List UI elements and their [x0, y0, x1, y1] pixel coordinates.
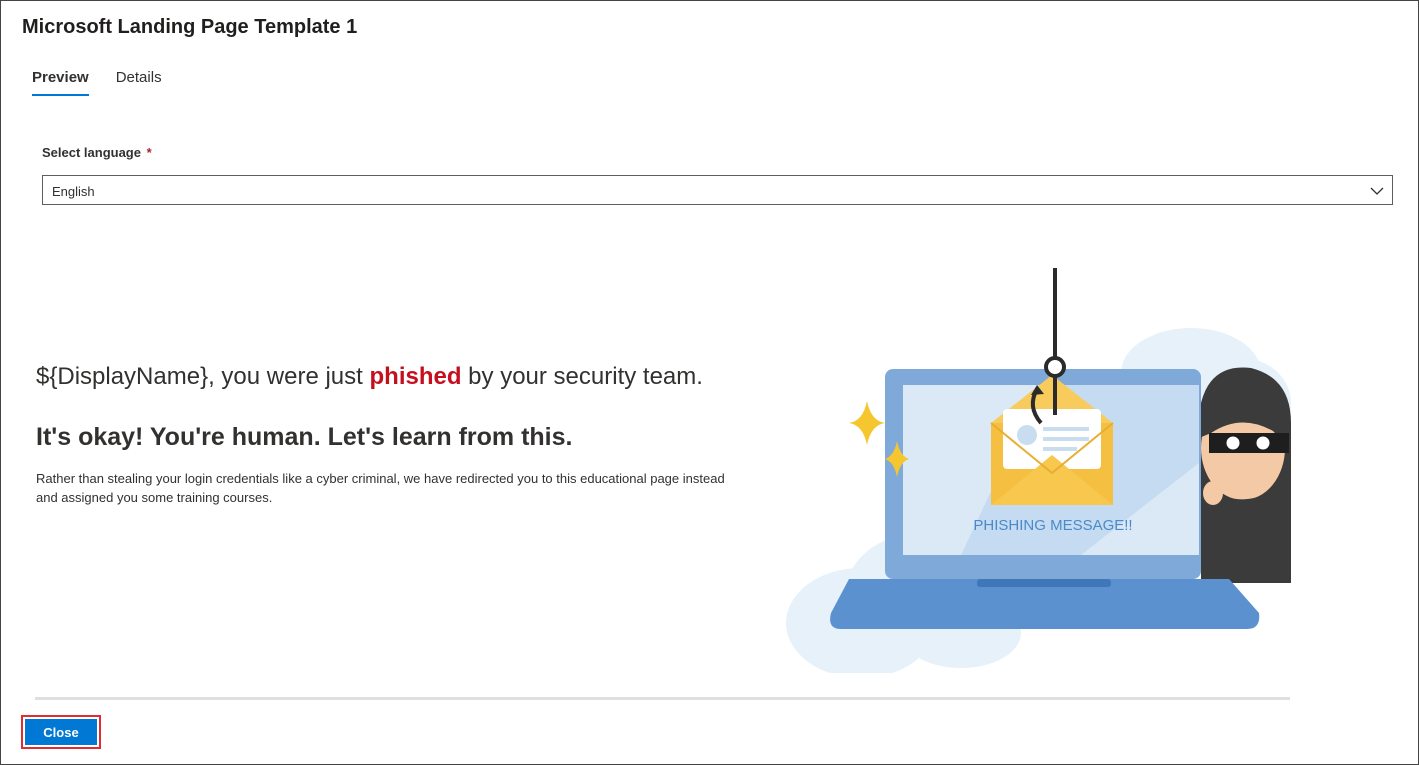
required-asterisk: * [146, 145, 152, 160]
phishing-illustration: PHISHING MESSAGE!! [786, 268, 1291, 673]
phished-headline: ${DisplayName}, you were just phished by… [36, 363, 703, 391]
phishing-message-text: PHISHING MESSAGE!! [973, 517, 1132, 534]
hacker-figure [1199, 367, 1291, 583]
subheadline: It's okay! You're human. Let's learn fro… [36, 423, 573, 451]
footer-divider [35, 697, 1290, 700]
headline-prefix: ${DisplayName}, you were just [36, 363, 370, 390]
tab-details[interactable]: Details [116, 69, 162, 96]
language-selected-value: English [52, 184, 95, 199]
headline-suffix: by your security team. [461, 363, 703, 390]
language-label-text: Select language [42, 145, 141, 160]
language-dropdown[interactable]: English [42, 175, 1393, 205]
close-button-focus-frame: Close [21, 715, 101, 749]
body-line-1: Rather than stealing your login credenti… [36, 471, 725, 486]
landing-page-panel: Microsoft Landing Page Template 1 Previe… [0, 0, 1419, 765]
tab-bar: Preview Details [32, 69, 189, 96]
headline-highlight: phished [369, 363, 462, 390]
body-line-2: and assigned you some training courses. [36, 490, 273, 505]
language-label: Select language * [42, 145, 152, 160]
panel-title: Microsoft Landing Page Template 1 [22, 16, 358, 38]
close-button[interactable]: Close [25, 719, 97, 745]
chevron-down-icon [1370, 187, 1384, 195]
tab-preview[interactable]: Preview [32, 69, 89, 96]
body-paragraph: Rather than stealing your login credenti… [36, 469, 796, 507]
